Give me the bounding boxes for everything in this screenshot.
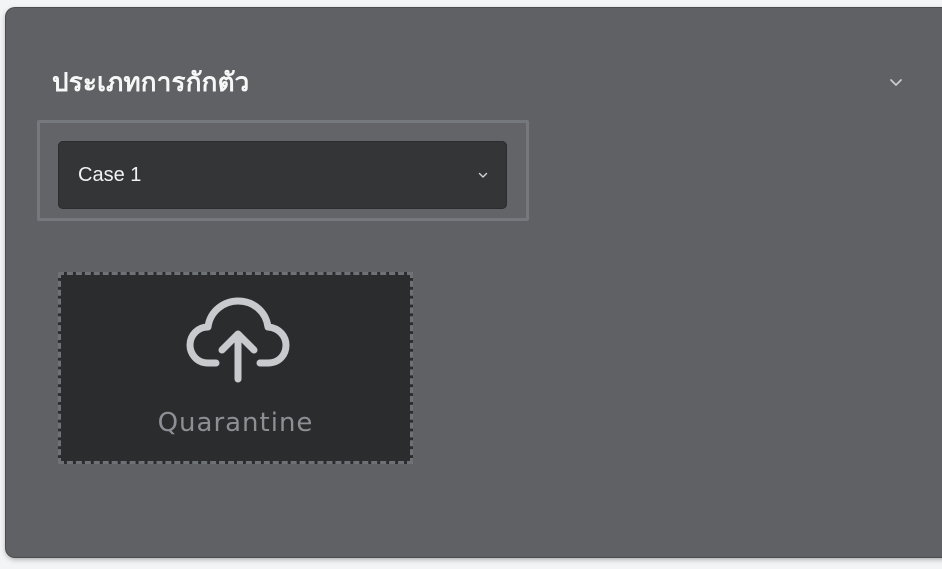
case-select-value: Case 1: [78, 164, 142, 186]
quarantine-type-panel: ประเภทการกักตัว Case 1 Quarantine: [6, 8, 942, 557]
chevron-down-icon: [478, 172, 488, 178]
collapse-toggle-button[interactable]: [884, 70, 908, 94]
case-select-dropdown[interactable]: Case 1: [58, 141, 507, 209]
panel-title: ประเภทการกักตัว: [52, 68, 250, 98]
upload-label: Quarantine: [157, 408, 314, 438]
chevron-down-icon: [890, 79, 902, 86]
cloud-upload-icon: [186, 297, 290, 383]
quarantine-upload-dropzone[interactable]: Quarantine: [58, 272, 413, 464]
